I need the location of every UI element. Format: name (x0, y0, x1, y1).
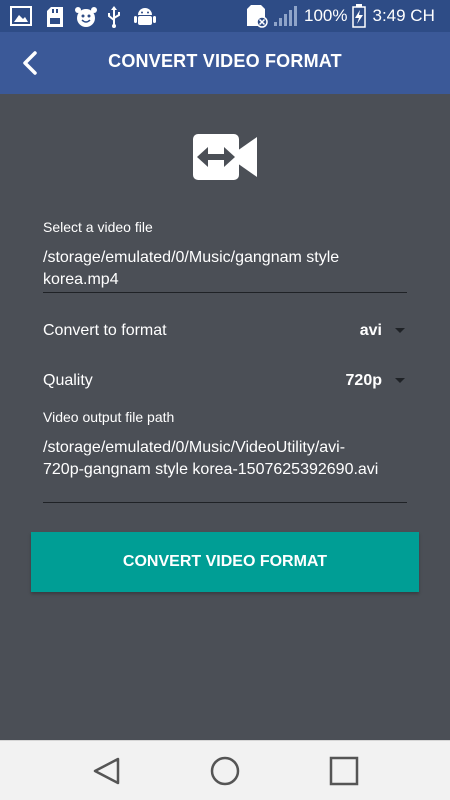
usb-icon (106, 6, 122, 33)
status-right: 100% 3:49 CH (246, 0, 435, 32)
nav-recents-button[interactable] (322, 751, 366, 791)
back-triangle-icon (93, 757, 120, 785)
sd-card-icon (46, 6, 64, 33)
sim-blocked-icon (246, 4, 268, 28)
chevron-down-icon (395, 328, 405, 333)
navigation-bar (0, 740, 450, 800)
output-path-field[interactable]: /storage/emulated/0/Music/VideoUtility/a… (43, 437, 383, 481)
select-file-field[interactable]: /storage/emulated/0/Music/gangnam style … (43, 247, 407, 291)
home-circle-icon (210, 756, 240, 786)
select-file-label: Select a video file (43, 219, 153, 235)
video-convert-icon (193, 134, 257, 185)
page-title: CONVERT VIDEO FORMAT (108, 51, 342, 71)
clock: 3:49 CH (372, 6, 435, 25)
format-value: avi (359, 322, 382, 339)
nav-home-button[interactable] (203, 751, 247, 791)
quality-value: 720p (345, 372, 382, 389)
select-file-underline (43, 292, 407, 293)
status-bar: 100% 3:49 CH (0, 0, 450, 32)
face-icon (74, 6, 98, 33)
app-bar: CONVERT VIDEO FORMAT (0, 32, 450, 94)
battery-percent: 100% (304, 6, 348, 25)
quality-dropdown[interactable]: Quality 720p (43, 366, 407, 396)
recents-square-icon (329, 756, 359, 786)
android-icon (134, 6, 156, 33)
chevron-down-icon (395, 378, 405, 383)
quality-label: Quality (43, 372, 93, 389)
convert-button[interactable]: CONVERT VIDEO FORMAT (31, 532, 419, 592)
image-icon (10, 6, 32, 31)
format-label: Convert to format (43, 322, 167, 339)
format-dropdown[interactable]: Convert to format avi (43, 316, 407, 346)
output-path-underline (43, 502, 407, 503)
nav-back-button[interactable] (84, 751, 128, 791)
output-path-label: Video output file path (43, 409, 175, 425)
signal-icon (274, 5, 298, 27)
battery-charging-icon (352, 4, 367, 28)
